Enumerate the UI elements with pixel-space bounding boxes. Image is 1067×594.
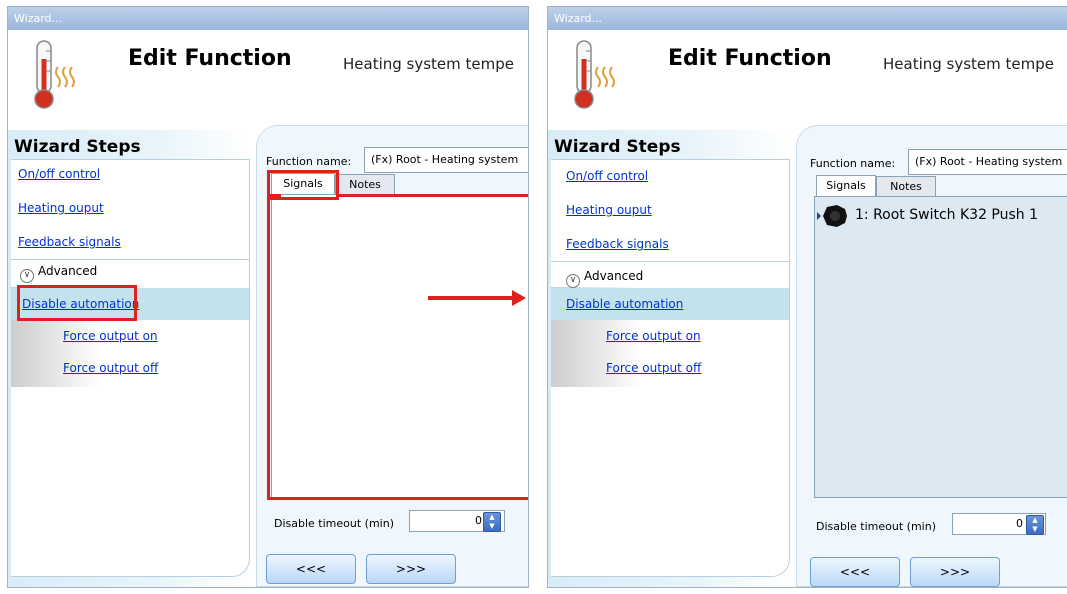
function-name-label: Function name:: [810, 157, 896, 170]
tab-signals[interactable]: Signals: [816, 175, 876, 197]
annotation-box-signals-area: [267, 194, 281, 500]
timeout-label: Disable timeout (min): [816, 520, 936, 533]
wizard-window-right: Wizard... Edit Function Heating system t…: [547, 6, 1067, 588]
next-button[interactable]: >>>: [366, 554, 456, 584]
annotation-box-disable-automation: [17, 285, 137, 321]
step-heating-output[interactable]: Heating ouput: [18, 201, 104, 215]
signals-list[interactable]: 1: Root Switch K32 Push 1: [814, 196, 1067, 498]
steps-divider: [551, 261, 789, 262]
page-title: Edit Function: [128, 46, 292, 71]
chevron-down-icon: ∨: [566, 274, 580, 288]
window-titlebar: Wizard...: [548, 7, 1067, 30]
function-name-field[interactable]: (Fx) Root - Heating system: [908, 149, 1067, 175]
advanced-label: Advanced: [584, 269, 644, 283]
steps-divider: [11, 259, 249, 260]
timeout-label: Disable timeout (min): [274, 517, 394, 530]
thermometer-icon: [574, 40, 615, 109]
step-force-output-off[interactable]: Force output off: [606, 361, 701, 375]
tab-notes[interactable]: Notes: [335, 174, 395, 196]
annotation-line-top: [338, 194, 528, 197]
step-feedback-signals[interactable]: Feedback signals: [566, 237, 669, 251]
steps-title: Wizard Steps: [14, 137, 141, 157]
page-subtitle: Heating system tempe: [343, 55, 515, 73]
step-disable-automation[interactable]: Disable automation: [566, 297, 683, 311]
transition-arrow: [428, 296, 512, 300]
annotation-line-bottom: [278, 497, 528, 500]
header: Edit Function Heating system tempe: [8, 30, 528, 130]
window-titlebar: Wizard...: [8, 7, 528, 30]
step-force-output-off[interactable]: Force output off: [63, 361, 158, 375]
chevron-down-icon: ∨: [20, 269, 34, 283]
function-name-field[interactable]: (Fx) Root - Heating system: [364, 147, 528, 173]
back-button[interactable]: <<<: [810, 557, 900, 587]
back-button[interactable]: <<<: [266, 554, 356, 584]
list-item[interactable]: 1: Root Switch K32 Push 1: [815, 201, 1067, 231]
step-on-off-control[interactable]: On/off control: [18, 167, 100, 181]
step-feedback-signals[interactable]: Feedback signals: [18, 235, 121, 249]
signal-item-label: 1: Root Switch K32 Push 1: [855, 207, 1039, 223]
page-subtitle: Heating system tempe: [883, 55, 1055, 73]
next-button[interactable]: >>>: [910, 557, 1000, 587]
function-name-label: Function name:: [266, 155, 352, 168]
advanced-toggle[interactable]: ∨ Advanced: [566, 269, 643, 288]
step-heating-output[interactable]: Heating ouput: [566, 203, 652, 217]
advanced-toggle[interactable]: ∨ Advanced: [20, 264, 97, 283]
advanced-label: Advanced: [38, 264, 98, 278]
step-force-output-on[interactable]: Force output on: [63, 329, 158, 343]
step-force-output-on[interactable]: Force output on: [606, 329, 701, 343]
spinner-icon[interactable]: ▲ ▼: [483, 512, 501, 532]
timeout-value: 0: [475, 514, 482, 527]
arrow-head-icon: [512, 290, 526, 306]
steps-title: Wizard Steps: [554, 137, 681, 157]
header: Edit Function Heating system tempe: [548, 30, 1067, 130]
signals-list[interactable]: [271, 194, 528, 499]
page-title: Edit Function: [668, 46, 832, 71]
spinner-icon[interactable]: ▲ ▼: [1026, 515, 1044, 535]
timeout-value: 0: [1016, 517, 1023, 530]
push-button-icon: [817, 205, 847, 227]
thermometer-icon: [34, 40, 75, 109]
tab-notes[interactable]: Notes: [876, 176, 936, 198]
step-on-off-control[interactable]: On/off control: [566, 169, 648, 183]
